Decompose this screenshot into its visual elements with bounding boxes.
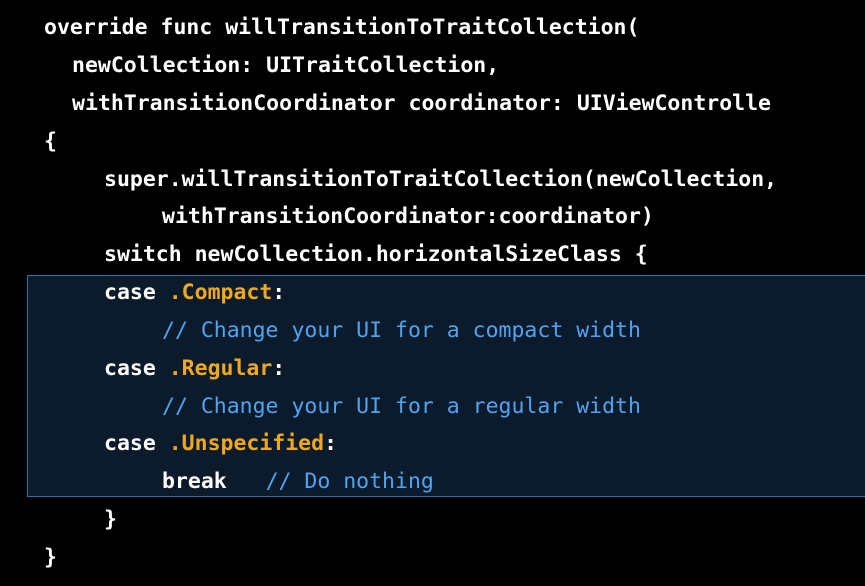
code-token: :: [272, 280, 286, 305]
code-line: case .Compact:: [104, 278, 285, 308]
code-token: {: [44, 129, 57, 154]
code-token: :: [272, 356, 286, 381]
code-line: // Change your UI for a compact width: [162, 316, 641, 346]
code-token: withTransitionCoordinator coordinator: U…: [72, 91, 771, 116]
code-token: }: [104, 507, 117, 532]
code-line: case .Regular:: [104, 354, 285, 384]
code-token: override func willTransitionToTraitColle…: [44, 15, 640, 40]
code-token: case: [104, 280, 169, 305]
code-comment: // Do nothing: [265, 469, 434, 494]
code-line: withTransitionCoordinator coordinator: U…: [72, 89, 771, 119]
code-line: newCollection: UITraitCollection,: [72, 51, 499, 81]
code-token: case: [104, 356, 169, 381]
code-line: }: [104, 505, 117, 535]
code-token: }: [44, 545, 57, 570]
enum-case-token: .Compact: [168, 280, 273, 305]
code-comment: // Change your UI for a regular width: [162, 394, 641, 419]
enum-case-token: .Regular: [168, 356, 273, 381]
code-token: case: [104, 431, 169, 456]
code-token: withTransitionCoordinator:coordinator): [162, 204, 654, 229]
selection-highlight: [27, 275, 865, 497]
code-token: break: [162, 469, 266, 494]
code-token: switch newCollection.horizontalSizeClass…: [104, 242, 648, 267]
code-token: super.willTransitionToTraitCollection(ne…: [104, 167, 778, 192]
code-line: // Change your UI for a regular width: [162, 392, 641, 422]
code-line: }: [44, 543, 57, 573]
code-token: newCollection: UITraitCollection,: [72, 53, 500, 78]
code-comment: // Change your UI for a compact width: [162, 318, 641, 343]
code-line: withTransitionCoordinator:coordinator): [162, 202, 654, 232]
code-line: super.willTransitionToTraitCollection(ne…: [104, 165, 777, 195]
code-line: break // Do nothing: [162, 467, 434, 497]
code-token: :: [324, 431, 338, 456]
code-editor: override func willTransitionToTraitColle…: [0, 0, 865, 586]
code-line: {: [44, 127, 57, 157]
code-line: switch newCollection.horizontalSizeClass…: [104, 240, 648, 270]
enum-case-token: .Unspecified: [168, 431, 325, 456]
code-line: case .Unspecified:: [104, 429, 337, 459]
code-line: override func willTransitionToTraitColle…: [44, 13, 639, 43]
